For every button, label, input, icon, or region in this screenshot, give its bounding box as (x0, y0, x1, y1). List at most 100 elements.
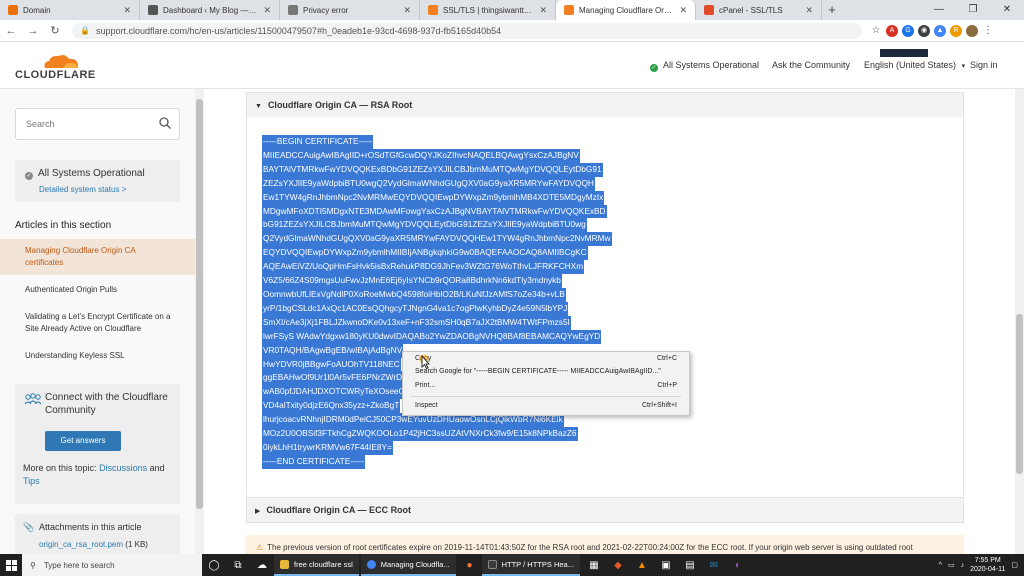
certificate-line: AQEAwEiVZ/UoQpHmFsHvk5isBxRehukP8DG9JhFe… (262, 260, 585, 275)
search-input[interactable]: Search (15, 108, 180, 140)
cloudflare-logo[interactable]: CLOUDFLARE (15, 51, 105, 81)
maximize-button[interactable]: ❐ (956, 0, 990, 20)
sign-in-link[interactable]: Sign in (970, 60, 998, 70)
certificate-line: lwrFSyS WAdwYdgxw180yKU0dwvIDAQABo2YwZDA… (262, 329, 602, 344)
and-text: and (149, 463, 165, 473)
close-tab-icon[interactable]: ✕ (263, 5, 271, 16)
browser-tab[interactable]: Dashboard ‹ My Blog — WordPress ✕ (140, 0, 280, 20)
rss-icon[interactable]: R (950, 24, 962, 37)
page-scrollbar[interactable] (1015, 89, 1024, 554)
context-search-google[interactable]: Search Google for "-----BEGIN CERTIFICAT… (415, 368, 677, 379)
certificate-line: -----BEGIN CERTIFICATE----- (262, 135, 374, 149)
firefox-icon[interactable]: ● (458, 554, 482, 576)
certificate-line: BAYTAlVTMRkwFwYDVQQKExBDbG91ZEZsYXJlLCBJ… (262, 162, 603, 177)
extension-icon[interactable]: ▲ (934, 24, 946, 37)
attachment-row: origin_ca_rsa_root.pem (1 KB) (39, 540, 148, 549)
back-button[interactable]: ← (0, 25, 22, 37)
detailed-status-link[interactable]: Detailed system status > (25, 185, 170, 194)
discussions-link[interactable]: Discussions (99, 463, 147, 473)
extension-icon[interactable]: G (902, 24, 914, 37)
cortana-icon[interactable]: ◯ (202, 554, 226, 576)
close-tab-icon[interactable]: ✕ (679, 5, 687, 16)
article-link-origin-pulls[interactable]: Authenticated Origin Pulls (0, 275, 195, 305)
app-icon[interactable]: ◐ (726, 554, 750, 576)
close-tab-icon[interactable]: ✕ (539, 5, 547, 16)
browser-tab[interactable]: Domain ✕ (0, 0, 140, 20)
forward-button[interactable]: → (22, 25, 44, 37)
close-tab-icon[interactable]: ✕ (403, 5, 411, 16)
certificate-line: MOz2U0OBSif3FTkhCgZWQKOOLo1P42jHC3ssUZAt… (262, 427, 578, 441)
certificate-text[interactable]: -----BEGIN CERTIFICATE----- MIIEADCCAuigA… (262, 135, 612, 469)
close-tab-icon[interactable]: ✕ (805, 5, 813, 16)
context-inspect[interactable]: Inspect Ctrl+Shift+I (415, 402, 677, 413)
taskbar-search[interactable]: ⚲ Type here to search (22, 554, 202, 576)
taskbar-app-http[interactable]: HTTP / HTTPS Hea... (481, 554, 580, 576)
address-bar-row: ← → ↻ 🔒 support.cloudflare.com/hc/en-us/… (0, 20, 1024, 42)
reload-button[interactable]: ↻ (44, 24, 66, 37)
network-icon[interactable]: ▭ (948, 561, 955, 569)
notifications-icon[interactable]: ▢ (1011, 561, 1018, 569)
volume-icon[interactable]: ♪ (961, 562, 965, 569)
tab-title: Domain (23, 5, 51, 15)
url-field[interactable]: 🔒 support.cloudflare.com/hc/en-us/articl… (72, 22, 862, 39)
clock[interactable]: 7:55 PM 2020-04-11 (970, 556, 1005, 574)
tab-favicon-icon (564, 5, 574, 15)
tab-title: Dashboard ‹ My Blog — WordPress (163, 5, 258, 15)
system-status-link[interactable]: ✓ All Systems Operational (650, 60, 759, 72)
app-icon[interactable]: ◆ (606, 554, 630, 576)
outlook-icon[interactable]: ✉ (702, 554, 726, 576)
calculator-icon[interactable]: ▦ (582, 554, 606, 576)
status-title: All Systems Operational (38, 168, 145, 179)
taskbar-search-placeholder: Type here to search (43, 560, 115, 570)
community-title: Connect with the Cloudflare Community (45, 392, 168, 416)
close-tab-icon[interactable]: ✕ (123, 5, 131, 16)
article-link-lets-encrypt[interactable]: Validating a Let's Encrypt Certificate o… (0, 305, 195, 341)
tips-link[interactable]: Tips (23, 476, 40, 486)
close-window-button[interactable]: ✕ (990, 0, 1024, 20)
rsa-root-title: Cloudflare Origin CA — RSA Root (267, 100, 413, 110)
certificate-line: VD4alTxity0djzE6Qnx35yzz+ZkoBgT (262, 399, 401, 414)
menu-separator (411, 396, 681, 397)
minimize-button[interactable]: — (922, 0, 956, 20)
article-link-origin-ca[interactable]: Managing Cloudflare Origin CA certificat… (0, 239, 195, 275)
vlc-icon[interactable]: ▲ (630, 554, 654, 576)
chevron-up-icon[interactable]: ^ (939, 562, 942, 569)
get-answers-button[interactable]: Get answers (45, 431, 121, 451)
attachment-file-link[interactable]: origin_ca_rsa_root.pem (39, 540, 123, 549)
sidebar-scrollbar[interactable] (195, 89, 204, 554)
start-button[interactable] (0, 554, 22, 576)
language-selector[interactable]: English (United States) ▾ (864, 60, 965, 70)
ask-community-link[interactable]: Ask the Community (772, 60, 850, 70)
search-icon[interactable] (159, 117, 171, 129)
browser-tab[interactable]: SSL/TLS | thingsiwanttosay.com | A ✕ (420, 0, 556, 20)
section-title: Articles in this section (15, 220, 112, 231)
taskbar-app-chrome[interactable]: Managing Cloudfla... (360, 554, 456, 576)
menu-icon[interactable]: ⋮ (982, 25, 994, 37)
browser-tab[interactable]: cPanel - SSL/TLS ✕ (696, 0, 822, 20)
taskbar-app-label: Managing Cloudfla... (380, 559, 450, 569)
warning-icon: ⚠ (256, 543, 264, 552)
app-icon (487, 559, 497, 569)
task-view-icon[interactable]: ⧉ (226, 554, 250, 576)
ecc-root-accordion[interactable]: ▶ Cloudflare Origin CA — ECC Root (246, 497, 964, 523)
adblock-icon[interactable]: A (886, 24, 898, 37)
article-list: Managing Cloudflare Origin CA certificat… (0, 239, 195, 369)
article-link-keyless-ssl[interactable]: Understanding Keyless SSL (0, 341, 195, 369)
scrollbar-thumb[interactable] (196, 99, 203, 509)
app-icon[interactable]: ▤ (678, 554, 702, 576)
browser-tab[interactable]: Privacy error ✕ (280, 0, 420, 20)
context-copy[interactable]: Copy Ctrl+C (415, 355, 677, 366)
app-icon[interactable]: ☁ (250, 554, 274, 576)
star-icon[interactable]: ☆ (870, 25, 882, 37)
context-print[interactable]: Print... Ctrl+P (415, 382, 677, 393)
browser-tab[interactable]: Managing Cloudflare Origin CA cert ✕ (556, 0, 696, 20)
extension-icon[interactable]: ◉ (918, 24, 930, 37)
new-tab-button[interactable]: + (822, 0, 842, 20)
taskbar-app-files[interactable]: free cloudflare ssl (274, 554, 359, 576)
certificate-line: 0iykLhH1trywrKRMVw67F44IE8Y= (262, 440, 393, 455)
rsa-root-accordion[interactable]: ▼ Cloudflare Origin CA — RSA Root (246, 92, 964, 118)
mouse-cursor-icon (419, 355, 430, 369)
profile-avatar[interactable] (966, 24, 978, 37)
scrollbar-thumb[interactable] (1016, 314, 1023, 474)
app-icon[interactable]: ▣ (654, 554, 678, 576)
